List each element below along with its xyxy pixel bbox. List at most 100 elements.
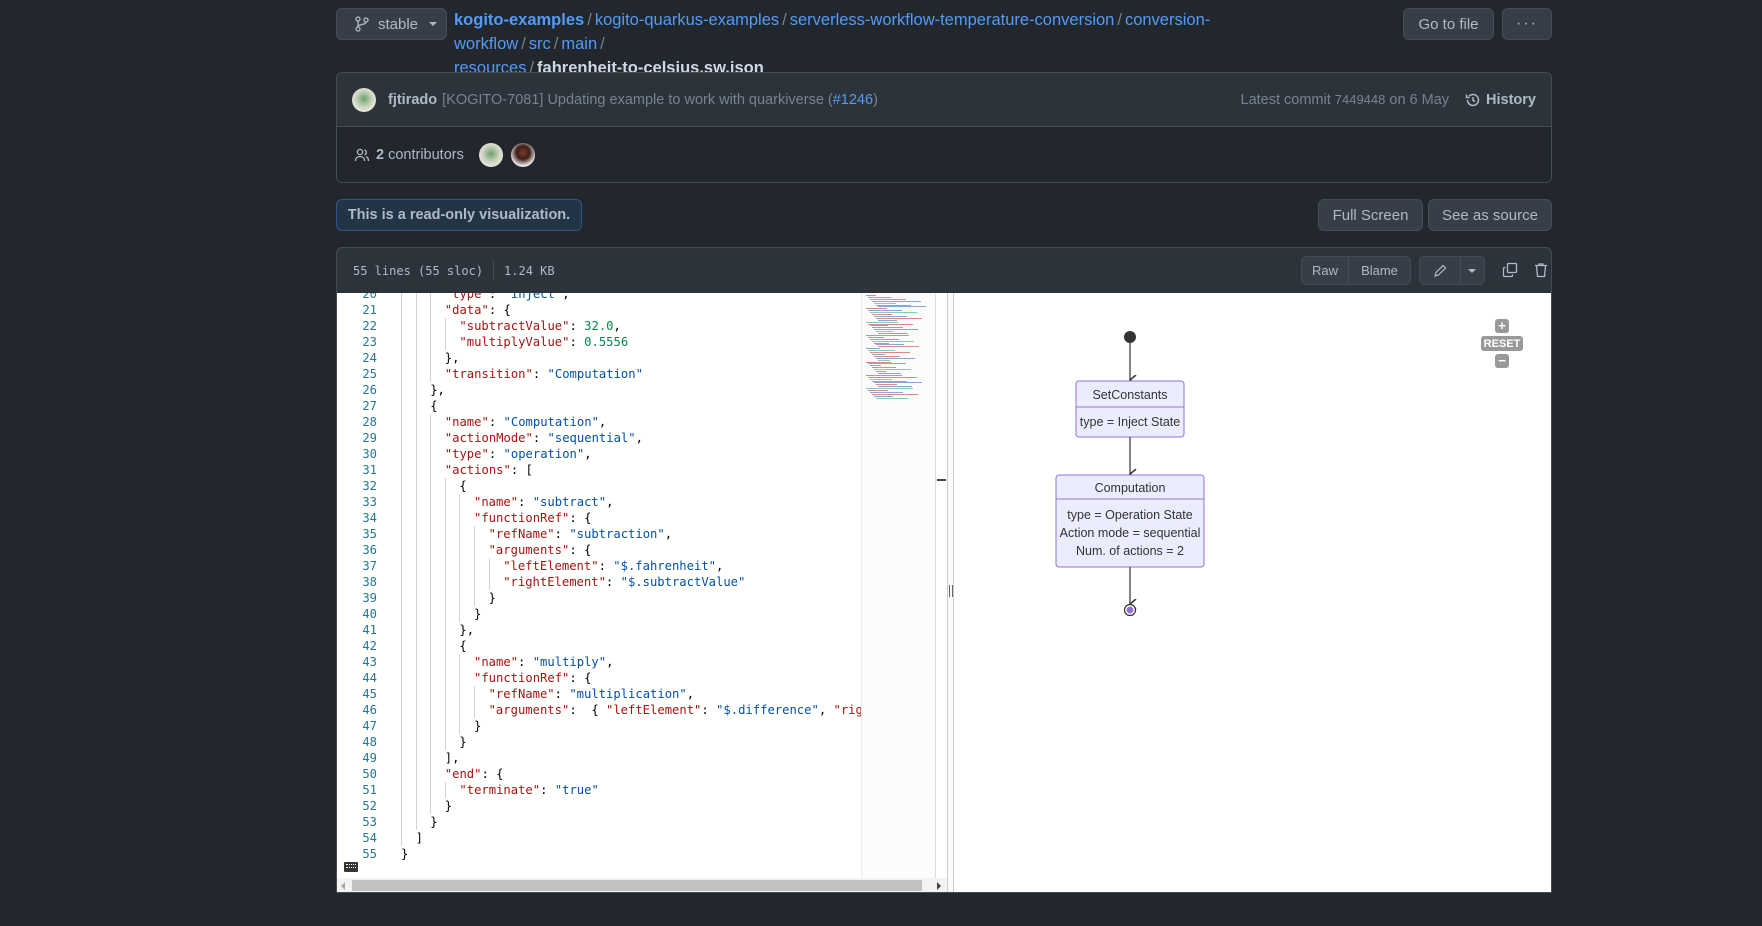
indent-guide <box>401 606 402 622</box>
contributor-avatar[interactable] <box>510 143 535 167</box>
delete-button[interactable] <box>1530 259 1552 281</box>
code-line[interactable]: 43 "name": "multiply", <box>337 654 861 670</box>
minimap-line <box>868 296 891 298</box>
code-line[interactable]: 51 "terminate": "true" <box>337 782 861 798</box>
indent-guide <box>430 430 432 446</box>
code-line[interactable]: 35 "refName": "subtraction", <box>337 526 861 542</box>
indent-guide <box>459 606 461 622</box>
indent-guide <box>415 462 417 478</box>
zoom-in-button[interactable]: + <box>1495 319 1509 333</box>
breadcrumb-link[interactable]: src <box>529 35 551 53</box>
code-line[interactable]: 33 "name": "subtract", <box>337 494 861 510</box>
commit-sha-link[interactable]: 7449448 <box>1335 92 1386 107</box>
code-line[interactable]: 32 { <box>337 478 861 494</box>
code-line[interactable]: 44 "functionRef": { <box>337 670 861 686</box>
code-line[interactable]: 37 "leftElement": "$.fahrenheit", <box>337 558 861 574</box>
minimap-line <box>878 359 890 361</box>
indent-guide <box>444 702 446 718</box>
code-line[interactable]: 26}, <box>337 382 861 398</box>
commit-message[interactable]: [KOGITO-7081] Updating example to work w… <box>442 92 878 108</box>
code-line[interactable]: 28 "name": "Computation", <box>337 414 861 430</box>
indent-guide <box>430 686 432 702</box>
keyboard-icon[interactable] <box>344 862 358 872</box>
raw-button[interactable]: Raw <box>1302 257 1348 284</box>
line-number: 43 <box>362 655 377 669</box>
indent-guide <box>415 654 417 670</box>
code-line[interactable]: 31 "actions": [ <box>337 462 861 478</box>
code-text: } <box>488 591 496 605</box>
branch-selector-button[interactable]: stable <box>336 8 447 40</box>
blame-button[interactable]: Blame <box>1348 257 1410 284</box>
code-line[interactable]: 20 "type": "inject", <box>337 293 861 302</box>
code-line[interactable]: 40} <box>337 606 861 622</box>
code-line[interactable]: 25 "transition": "Computation" <box>337 366 861 382</box>
code-line[interactable]: 49], <box>337 750 861 766</box>
code-text: "arguments": { "leftElement": "$.differe… <box>488 703 871 717</box>
code-minimap[interactable] <box>861 293 935 878</box>
code-line[interactable]: 39} <box>337 590 861 606</box>
code-line[interactable]: 36 "arguments": { <box>337 542 861 558</box>
go-to-file-button[interactable]: Go to file <box>1403 8 1494 40</box>
commit-author-link[interactable]: fjtirado <box>388 92 437 108</box>
indent-guide <box>459 654 461 670</box>
author-avatar[interactable] <box>352 87 376 112</box>
code-line[interactable]: 22 "subtractValue": 32.0, <box>337 318 861 334</box>
code-line[interactable]: 55} <box>337 846 861 862</box>
contributor-avatar[interactable] <box>478 143 503 167</box>
indent-guide <box>444 590 446 606</box>
code-line[interactable]: 53} <box>337 814 861 830</box>
copy-button[interactable] <box>1499 259 1521 281</box>
code-line[interactable]: 48} <box>337 734 861 750</box>
state-node[interactable]: SetConstants type = Inject State <box>1075 380 1185 438</box>
more-options-button[interactable]: ··· <box>1502 8 1552 40</box>
line-number: 36 <box>362 543 377 557</box>
code-text: "rightElement": "$.subtractValue" <box>503 575 746 589</box>
code-line[interactable]: 41}, <box>337 622 861 638</box>
pane-splitter-handle[interactable] <box>947 293 954 892</box>
pull-request-link[interactable]: #1246 <box>833 92 873 108</box>
code-line[interactable]: 30 "type": "operation", <box>337 446 861 462</box>
zoom-out-button[interactable]: − <box>1495 354 1509 368</box>
full-screen-button[interactable]: Full Screen <box>1318 199 1423 231</box>
code-line[interactable]: 21 "data": { <box>337 302 861 318</box>
code-line[interactable]: 42 { <box>337 638 861 654</box>
indent-guide <box>444 542 446 558</box>
see-as-source-button[interactable]: See as source <box>1428 199 1552 231</box>
code-line[interactable]: 34 "functionRef": { <box>337 510 861 526</box>
minimap-line <box>876 384 897 386</box>
code-line[interactable]: 47} <box>337 718 861 734</box>
scroll-left-icon[interactable] <box>341 882 345 890</box>
breadcrumb-link[interactable]: main <box>561 35 597 53</box>
reset-zoom-button[interactable]: RESET <box>1481 336 1523 351</box>
state-node[interactable]: Computation type = Operation State Actio… <box>1055 474 1205 568</box>
vertical-scrollbar[interactable] <box>935 293 947 878</box>
indent-guide <box>430 750 432 766</box>
edit-dropdown-button[interactable] <box>1459 257 1484 284</box>
code-text: "end": { <box>444 767 504 781</box>
horizontal-scrollbar[interactable] <box>337 878 947 892</box>
code-line[interactable]: 52} <box>337 798 861 814</box>
breadcrumb-link[interactable]: kogito-quarkus-examples <box>595 11 779 29</box>
code-line[interactable]: 24}, <box>337 350 861 366</box>
code-line[interactable]: 50 "end": { <box>337 766 861 782</box>
code-line[interactable]: 45 "refName": "multiplication", <box>337 686 861 702</box>
code-line[interactable]: 38 "rightElement": "$.subtractValue" <box>337 574 861 590</box>
code-text: ], <box>444 751 460 765</box>
code-line[interactable]: 23 "multiplyValue": 0.5556 <box>337 334 861 350</box>
code-line[interactable]: 46 "arguments": { "leftElement": "$.diffe… <box>337 702 870 718</box>
minimap-line <box>878 386 912 388</box>
scroll-right-icon[interactable] <box>937 882 941 890</box>
workflow-diagram[interactable]: SetConstants type = Inject State Computa… <box>954 293 1551 892</box>
breadcrumb-repo-link[interactable]: kogito-examples <box>454 11 584 29</box>
code-line[interactable]: 29 "actionMode": "sequential", <box>337 430 861 446</box>
edit-button[interactable] <box>1420 257 1460 284</box>
indent-guide <box>430 702 432 718</box>
contributors-row[interactable]: 2 contributors <box>337 127 1551 182</box>
code-line[interactable]: 27 { <box>337 398 861 414</box>
breadcrumb-link[interactable]: serverless-workflow-temperature-conversi… <box>790 11 1115 29</box>
horizontal-scroll-thumb[interactable] <box>352 880 922 891</box>
history-button[interactable]: History <box>1465 92 1536 108</box>
code-editor[interactable]: 20 "type": "inject", 21 "data": {22 "subtrac… <box>337 293 947 878</box>
code-line[interactable]: 54] <box>337 830 861 846</box>
indent-guide <box>474 574 475 590</box>
